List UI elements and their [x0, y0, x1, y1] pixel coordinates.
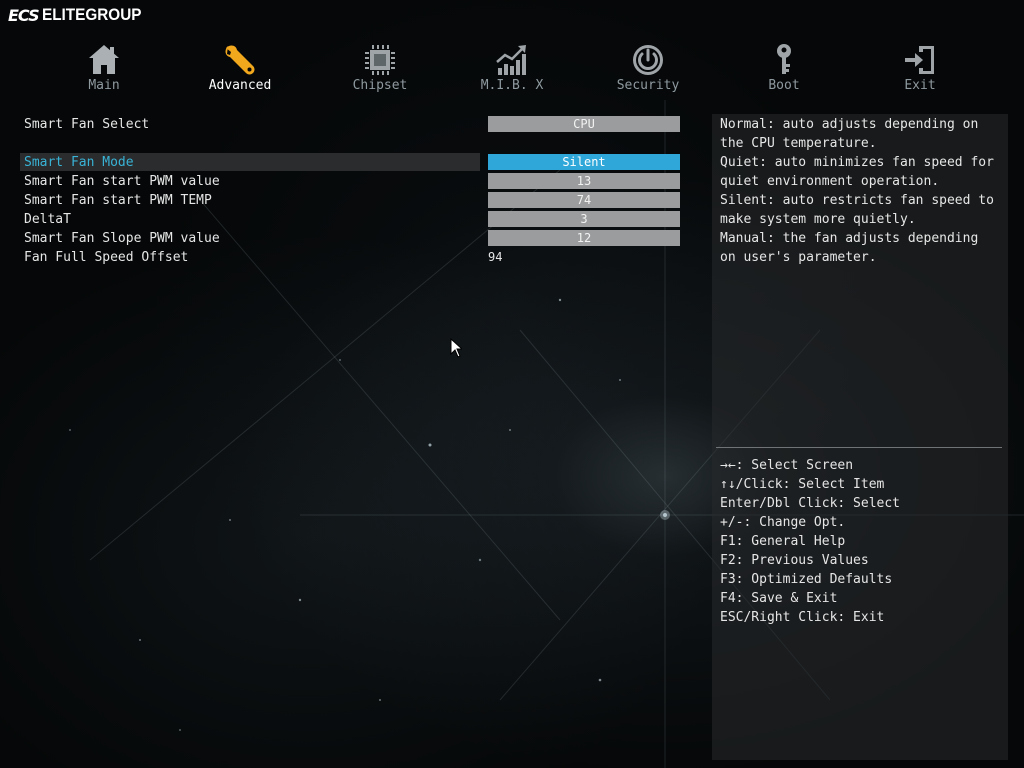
tab-exit-label: Exit	[904, 78, 936, 93]
tab-main[interactable]: Main	[54, 42, 154, 98]
key-hint: Enter/Dbl Click: Select	[720, 496, 901, 511]
key-hint: ESC/Right Click: Exit	[720, 610, 885, 625]
key-hint: ↑↓/Click: Select Item	[720, 477, 885, 492]
full-speed-offset-value: 94	[488, 250, 503, 264]
smart-fan-select-value[interactable]: CPU	[488, 116, 680, 132]
ecs-logo-mark: ECS	[8, 5, 40, 25]
chip-icon	[365, 45, 395, 75]
home-icon	[89, 45, 119, 74]
help-divider	[716, 447, 1002, 448]
setting-row-start-pwm-value[interactable]: Smart Fan start PWM value 13	[20, 172, 682, 191]
wrench-icon	[225, 45, 255, 75]
setting-row-delta-t[interactable]: DeltaT 3	[20, 210, 682, 229]
start-pwm-temp-field[interactable]: 74	[488, 192, 680, 208]
top-nav: Main Advanced Chipset M.I.B. X Security …	[0, 42, 1024, 98]
key-hint: F1: General Help	[720, 534, 846, 549]
tab-security[interactable]: Security	[598, 42, 698, 98]
key-hint: →←: Select Screen	[720, 458, 854, 473]
tab-chipset-label: Chipset	[352, 78, 408, 93]
smart-fan-mode-value[interactable]: Silent	[488, 154, 680, 170]
key-hint: +/-: Change Opt.	[720, 515, 846, 530]
tab-boot[interactable]: Boot	[734, 42, 834, 98]
tab-main-label: Main	[88, 78, 120, 93]
delta-t-field[interactable]: 3	[488, 211, 680, 227]
exit-door-icon	[905, 46, 934, 74]
slope-pwm-value-field[interactable]: 12	[488, 230, 680, 246]
setting-row-smart-fan-select[interactable]: Smart Fan Select CPU	[20, 115, 682, 134]
tab-mib-x[interactable]: M.I.B. X	[462, 42, 562, 98]
setting-label: Smart Fan start PWM TEMP	[24, 193, 212, 208]
settings-list: Smart Fan Select CPU Smart Fan Mode Sile…	[20, 115, 682, 267]
tab-advanced[interactable]: Advanced	[190, 42, 290, 98]
tab-boot-label: Boot	[768, 78, 800, 93]
mouse-cursor-icon	[450, 338, 462, 358]
tab-exit[interactable]: Exit	[870, 42, 970, 98]
key-icon	[777, 44, 791, 74]
tab-advanced-label: Advanced	[208, 78, 272, 93]
brand-logo: ECS ELITEGROUP	[8, 5, 152, 25]
setting-row-full-speed-offset: Fan Full Speed Offset 94	[20, 248, 682, 267]
start-pwm-value-field[interactable]: 13	[488, 173, 680, 189]
key-legend: →←: Select Screen ↑↓/Click: Select Item …	[720, 456, 1004, 627]
brand-name: ELITEGROUP	[41, 5, 142, 24]
help-panel: Normal: auto adjusts depending on the CP…	[712, 114, 1008, 760]
setting-row-slope-pwm-value[interactable]: Smart Fan Slope PWM value 12	[20, 229, 682, 248]
chart-icon	[496, 45, 526, 75]
setting-label: Smart Fan Select	[24, 117, 150, 132]
setting-label: Fan Full Speed Offset	[24, 250, 189, 265]
power-lock-icon	[633, 45, 663, 75]
tab-chipset[interactable]: Chipset	[330, 42, 430, 98]
setting-row-smart-fan-mode[interactable]: Smart Fan Mode Silent	[20, 153, 682, 172]
setting-label: DeltaT	[24, 212, 71, 227]
tab-mib-x-label: M.I.B. X	[480, 78, 544, 93]
setting-label: Smart Fan Mode	[24, 155, 134, 170]
setting-label: Smart Fan start PWM value	[24, 174, 220, 189]
bios-screen: ECS ELITEGROUP Main Advanced Chipset M.I…	[0, 0, 1024, 768]
key-hint: F2: Previous Values	[720, 553, 869, 568]
setting-row-start-pwm-temp[interactable]: Smart Fan start PWM TEMP 74	[20, 191, 682, 210]
help-description: Normal: auto adjusts depending on the CP…	[720, 117, 994, 265]
key-hint: F4: Save & Exit	[720, 591, 838, 606]
key-hint: F3: Optimized Defaults	[720, 572, 893, 587]
setting-label: Smart Fan Slope PWM value	[24, 231, 220, 246]
tab-security-label: Security	[616, 78, 680, 93]
